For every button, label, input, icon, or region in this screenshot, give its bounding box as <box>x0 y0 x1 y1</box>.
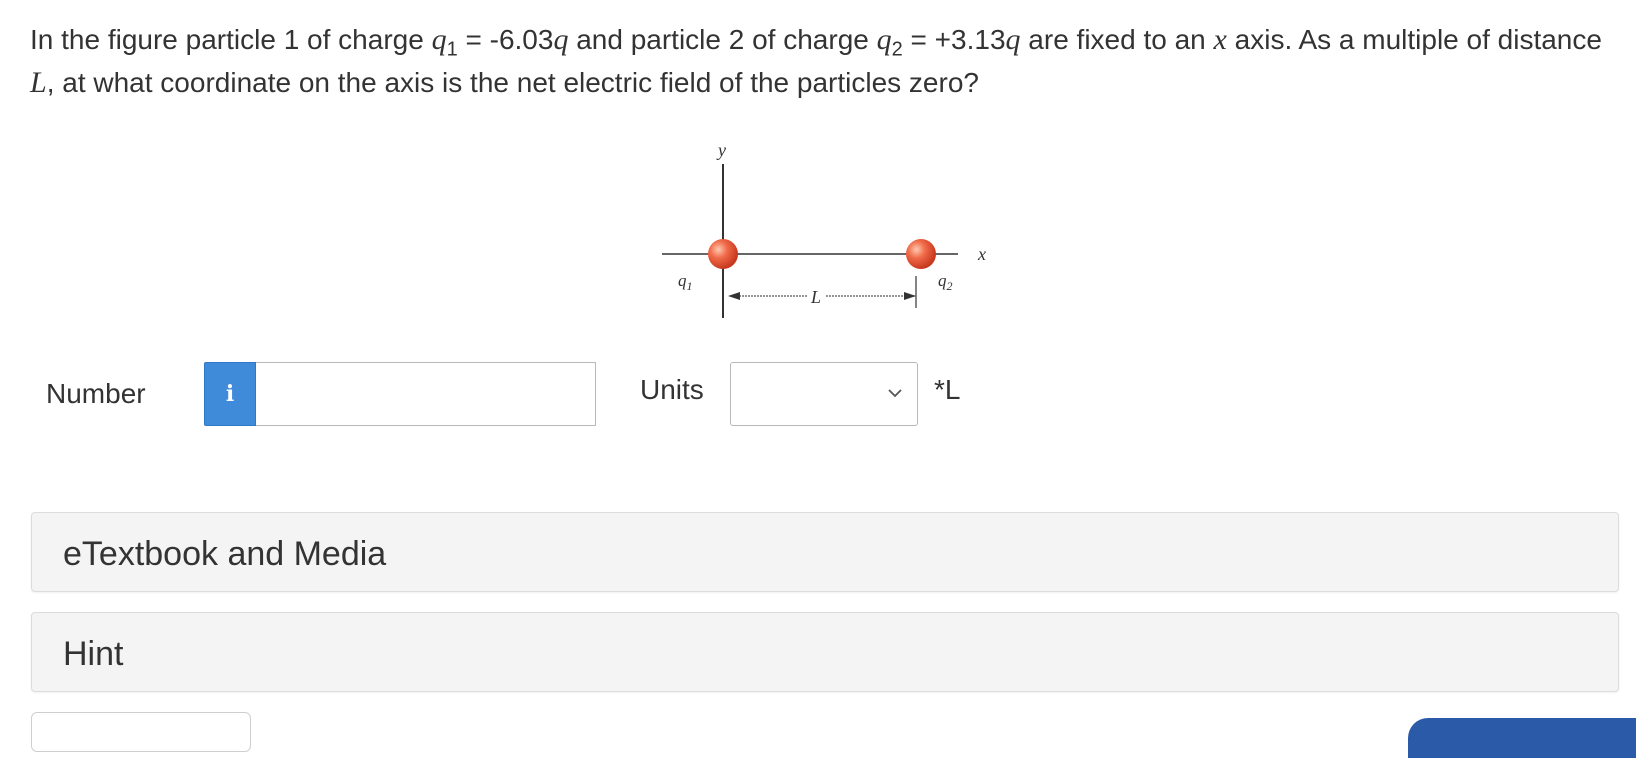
info-button[interactable]: i <box>204 362 256 426</box>
info-icon: i <box>225 381 235 407</box>
q1-value: = -6.03 <box>457 24 554 55</box>
q2-symbol: q <box>876 23 892 56</box>
etextbook-panel[interactable]: eTextbook and Media <box>31 512 1619 592</box>
question-part: and particle 2 of charge <box>568 24 877 55</box>
q2-subscript: 2 <box>891 38 903 61</box>
q1-subscript: 1 <box>446 38 458 61</box>
charge-figure: y x q1 q2 L <box>650 136 1000 326</box>
bottom-secondary-button[interactable] <box>31 712 251 752</box>
q2-value: = +3.13 <box>902 24 1006 55</box>
question-part: are fixed to an <box>1020 24 1214 55</box>
q2-unit: q <box>1005 23 1021 56</box>
distance-arrow-right <box>904 292 916 300</box>
figure-svg: y x q1 q2 L <box>662 140 986 318</box>
q1-symbol: q <box>431 23 447 56</box>
units-label: Units <box>640 374 704 405</box>
y-axis-label: y <box>716 140 726 160</box>
particle-1 <box>708 239 738 269</box>
distance-label: L <box>810 287 821 307</box>
bottom-primary-button[interactable] <box>1408 718 1636 758</box>
x-variable: x <box>1213 23 1227 56</box>
etextbook-panel-title: eTextbook and Media <box>63 535 387 573</box>
question-part: In the figure particle 1 of charge <box>30 24 432 55</box>
distance-arrow-left <box>728 292 740 300</box>
x-axis-label: x <box>977 244 986 264</box>
particle-2 <box>906 239 936 269</box>
question-part: , at what coordinate on the axis is the … <box>46 67 979 98</box>
question-text: In the figure particle 1 of charge q1 = … <box>30 18 1620 104</box>
L-variable: L <box>30 66 47 99</box>
hint-panel-title: Hint <box>63 635 124 673</box>
q1-figure-label: q1 <box>678 271 693 293</box>
number-label: Number <box>46 378 146 409</box>
chevron-down-icon <box>888 389 902 398</box>
unit-suffix: *L <box>934 374 961 405</box>
number-input[interactable] <box>256 362 596 426</box>
q2-figure-label: q2 <box>938 271 953 293</box>
units-select[interactable] <box>730 362 918 426</box>
answer-row: Number i Units *L <box>0 360 1636 432</box>
question-part: axis. As a multiple of distance <box>1226 24 1602 55</box>
hint-panel[interactable]: Hint <box>31 612 1619 692</box>
q1-unit: q <box>553 23 569 56</box>
